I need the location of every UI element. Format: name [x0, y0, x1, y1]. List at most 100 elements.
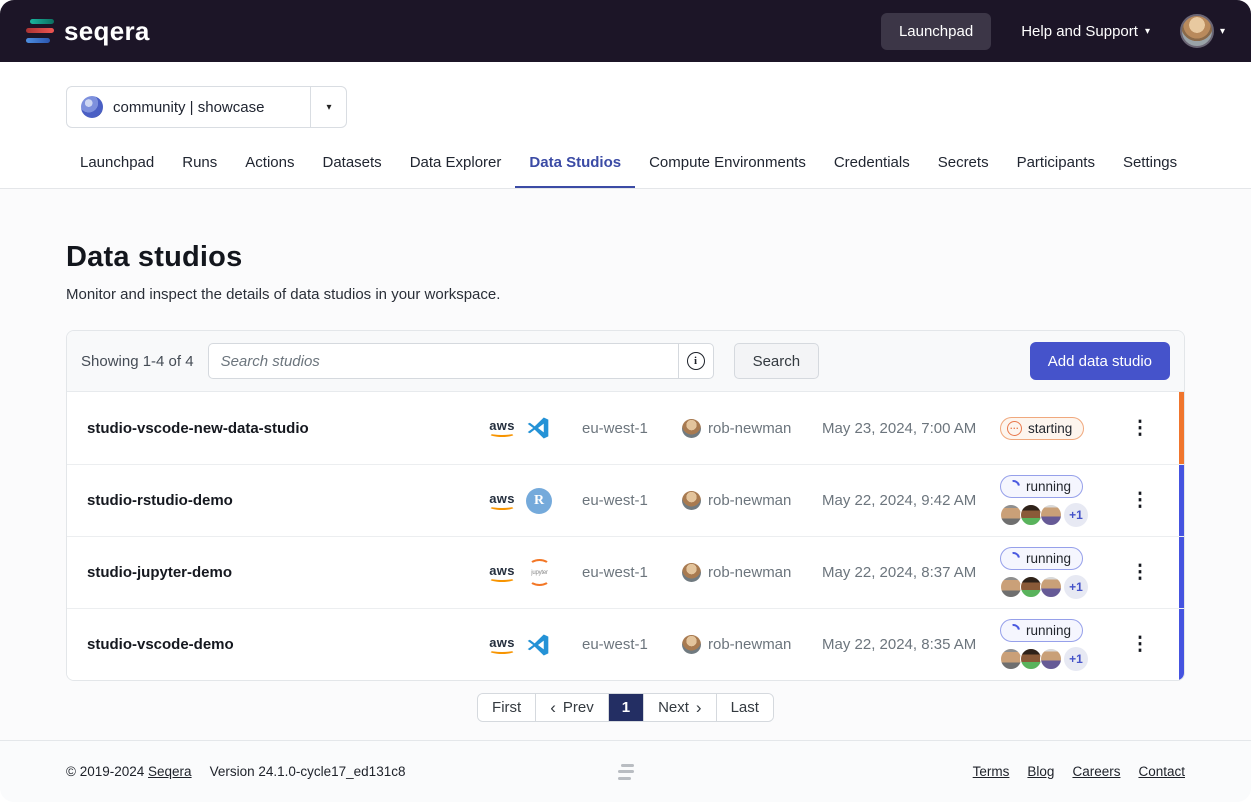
jupyter-icon: jupyter	[526, 559, 553, 586]
pagination-page-1[interactable]: 1	[609, 694, 644, 721]
spinner-icon	[1004, 549, 1022, 567]
seqera-link[interactable]: Seqera	[148, 764, 192, 779]
workspace-tab-band: community | showcase ▾ Launchpad Runs Ac…	[0, 62, 1251, 189]
contact-link[interactable]: Contact	[1138, 764, 1185, 779]
member-avatars: +1	[1000, 503, 1088, 527]
status-color-bar	[1179, 392, 1184, 464]
aws-icon: aws	[487, 419, 517, 437]
workspace-tabs: Launchpad Runs Actions Datasets Data Exp…	[66, 154, 1251, 188]
row-menu: ⋮	[1112, 419, 1168, 438]
studio-status: running +1	[1000, 619, 1112, 671]
help-and-support-menu[interactable]: Help and Support ▾	[1021, 23, 1150, 40]
extra-members-badge[interactable]: +1	[1064, 503, 1088, 527]
tab-credentials[interactable]: Credentials	[820, 154, 924, 188]
member-avatar	[1000, 648, 1022, 670]
workspace-selected: community | showcase	[67, 87, 310, 127]
studio-user: rob-newman	[682, 635, 822, 654]
aws-swoosh	[489, 647, 515, 654]
add-data-studio-button[interactable]: Add data studio	[1030, 342, 1170, 380]
studio-created-date: May 22, 2024, 8:35 AM	[822, 636, 1000, 653]
terms-link[interactable]: Terms	[973, 764, 1010, 779]
chevron-down-icon: ▾	[1220, 26, 1225, 37]
status-label: starting	[1028, 421, 1072, 436]
spinner-icon	[1004, 477, 1022, 495]
workspace-dropdown-toggle[interactable]: ▾	[310, 87, 346, 127]
studio-created-date: May 23, 2024, 7:00 AM	[822, 420, 1000, 437]
member-avatar	[1020, 648, 1042, 670]
kebab-menu-icon[interactable]: ⋮	[1131, 419, 1150, 438]
studio-name[interactable]: studio-jupyter-demo	[87, 564, 487, 581]
aws-icon: aws	[487, 636, 517, 654]
aws-icon: aws	[487, 492, 517, 510]
pagination-next[interactable]: Next ›	[644, 694, 717, 721]
extra-members-badge[interactable]: +1	[1064, 647, 1088, 671]
user-avatar	[1180, 14, 1214, 48]
tab-secrets[interactable]: Secrets	[924, 154, 1003, 188]
member-avatar	[1020, 504, 1042, 526]
seqera-logo[interactable]: seqera	[26, 16, 150, 47]
studio-name[interactable]: studio-rstudio-demo	[87, 492, 487, 509]
studio-status: running +1	[1000, 475, 1112, 527]
workspace-selector[interactable]: community | showcase ▾	[66, 86, 347, 128]
studio-row[interactable]: studio-jupyter-demo aws jupyter eu-west-…	[67, 536, 1184, 608]
chevron-left-icon: ‹	[550, 699, 556, 716]
studio-created-date: May 22, 2024, 8:37 AM	[822, 564, 1000, 581]
status-badge: running	[1000, 475, 1083, 498]
footer-left: © 2019-2024 Seqera Version 24.1.0-cycle1…	[66, 764, 405, 779]
status-badge: running	[1000, 547, 1083, 570]
next-label: Next	[658, 699, 689, 716]
kebab-menu-icon[interactable]: ⋮	[1131, 491, 1150, 510]
studio-region: eu-west-1	[582, 420, 682, 437]
search-input[interactable]	[208, 343, 678, 379]
launchpad-button[interactable]: Launchpad	[881, 13, 991, 50]
member-avatars: +1	[1000, 575, 1088, 599]
blog-link[interactable]: Blog	[1027, 764, 1054, 779]
member-avatar	[1040, 648, 1062, 670]
status-badge: running	[1000, 619, 1083, 642]
username: rob-newman	[708, 636, 791, 653]
app-window: seqera Launchpad Help and Support ▾ ▾ co…	[0, 0, 1251, 802]
studio-row[interactable]: studio-rstudio-demo aws R eu-west-1 rob-…	[67, 464, 1184, 536]
member-avatar	[1000, 576, 1022, 598]
row-menu: ⋮	[1112, 491, 1168, 510]
kebab-menu-icon[interactable]: ⋮	[1131, 635, 1150, 654]
studio-name[interactable]: studio-vscode-new-data-studio	[87, 420, 487, 437]
tab-compute-environments[interactable]: Compute Environments	[635, 154, 820, 188]
studio-created-date: May 22, 2024, 9:42 AM	[822, 492, 1000, 509]
tab-datasets[interactable]: Datasets	[308, 154, 395, 188]
tab-launchpad[interactable]: Launchpad	[66, 154, 168, 188]
page-title: Data studios	[66, 241, 1185, 274]
pagination-first[interactable]: First	[478, 694, 536, 721]
studio-row[interactable]: studio-vscode-demo aws eu-west-1 rob-new…	[67, 608, 1184, 680]
member-avatar	[1040, 576, 1062, 598]
page-subtitle: Monitor and inspect the details of data …	[66, 286, 1185, 303]
globe-icon	[81, 96, 103, 118]
extra-members-badge[interactable]: +1	[1064, 575, 1088, 599]
aws-swoosh	[489, 503, 515, 510]
studio-row[interactable]: studio-vscode-new-data-studio aws eu-wes…	[67, 392, 1184, 464]
studio-name[interactable]: studio-vscode-demo	[87, 636, 487, 653]
studio-icons: aws	[487, 633, 582, 657]
tab-data-explorer[interactable]: Data Explorer	[396, 154, 516, 188]
user-avatar-small	[682, 563, 701, 582]
kebab-menu-icon[interactable]: ⋮	[1131, 563, 1150, 582]
studio-icons: aws	[487, 416, 582, 440]
pagination-prev[interactable]: ‹ Prev	[536, 694, 609, 721]
tab-settings[interactable]: Settings	[1109, 154, 1191, 188]
tab-participants[interactable]: Participants	[1003, 154, 1109, 188]
user-menu[interactable]: ▾	[1180, 14, 1225, 48]
pagination-last[interactable]: Last	[717, 694, 773, 721]
username: rob-newman	[708, 564, 791, 581]
tab-actions[interactable]: Actions	[231, 154, 308, 188]
status-color-bar	[1179, 465, 1184, 536]
tab-runs[interactable]: Runs	[168, 154, 231, 188]
search-button[interactable]: Search	[734, 343, 820, 379]
aws-icon: aws	[487, 564, 517, 582]
studios-panel: Showing 1-4 of 4 i Search Add data studi…	[66, 330, 1185, 681]
search-info-button[interactable]: i	[678, 343, 714, 379]
careers-link[interactable]: Careers	[1072, 764, 1120, 779]
status-label: running	[1026, 479, 1071, 494]
user-avatar-small	[682, 635, 701, 654]
tab-data-studios[interactable]: Data Studios	[515, 154, 635, 188]
studio-status: ... starting	[1000, 417, 1112, 440]
